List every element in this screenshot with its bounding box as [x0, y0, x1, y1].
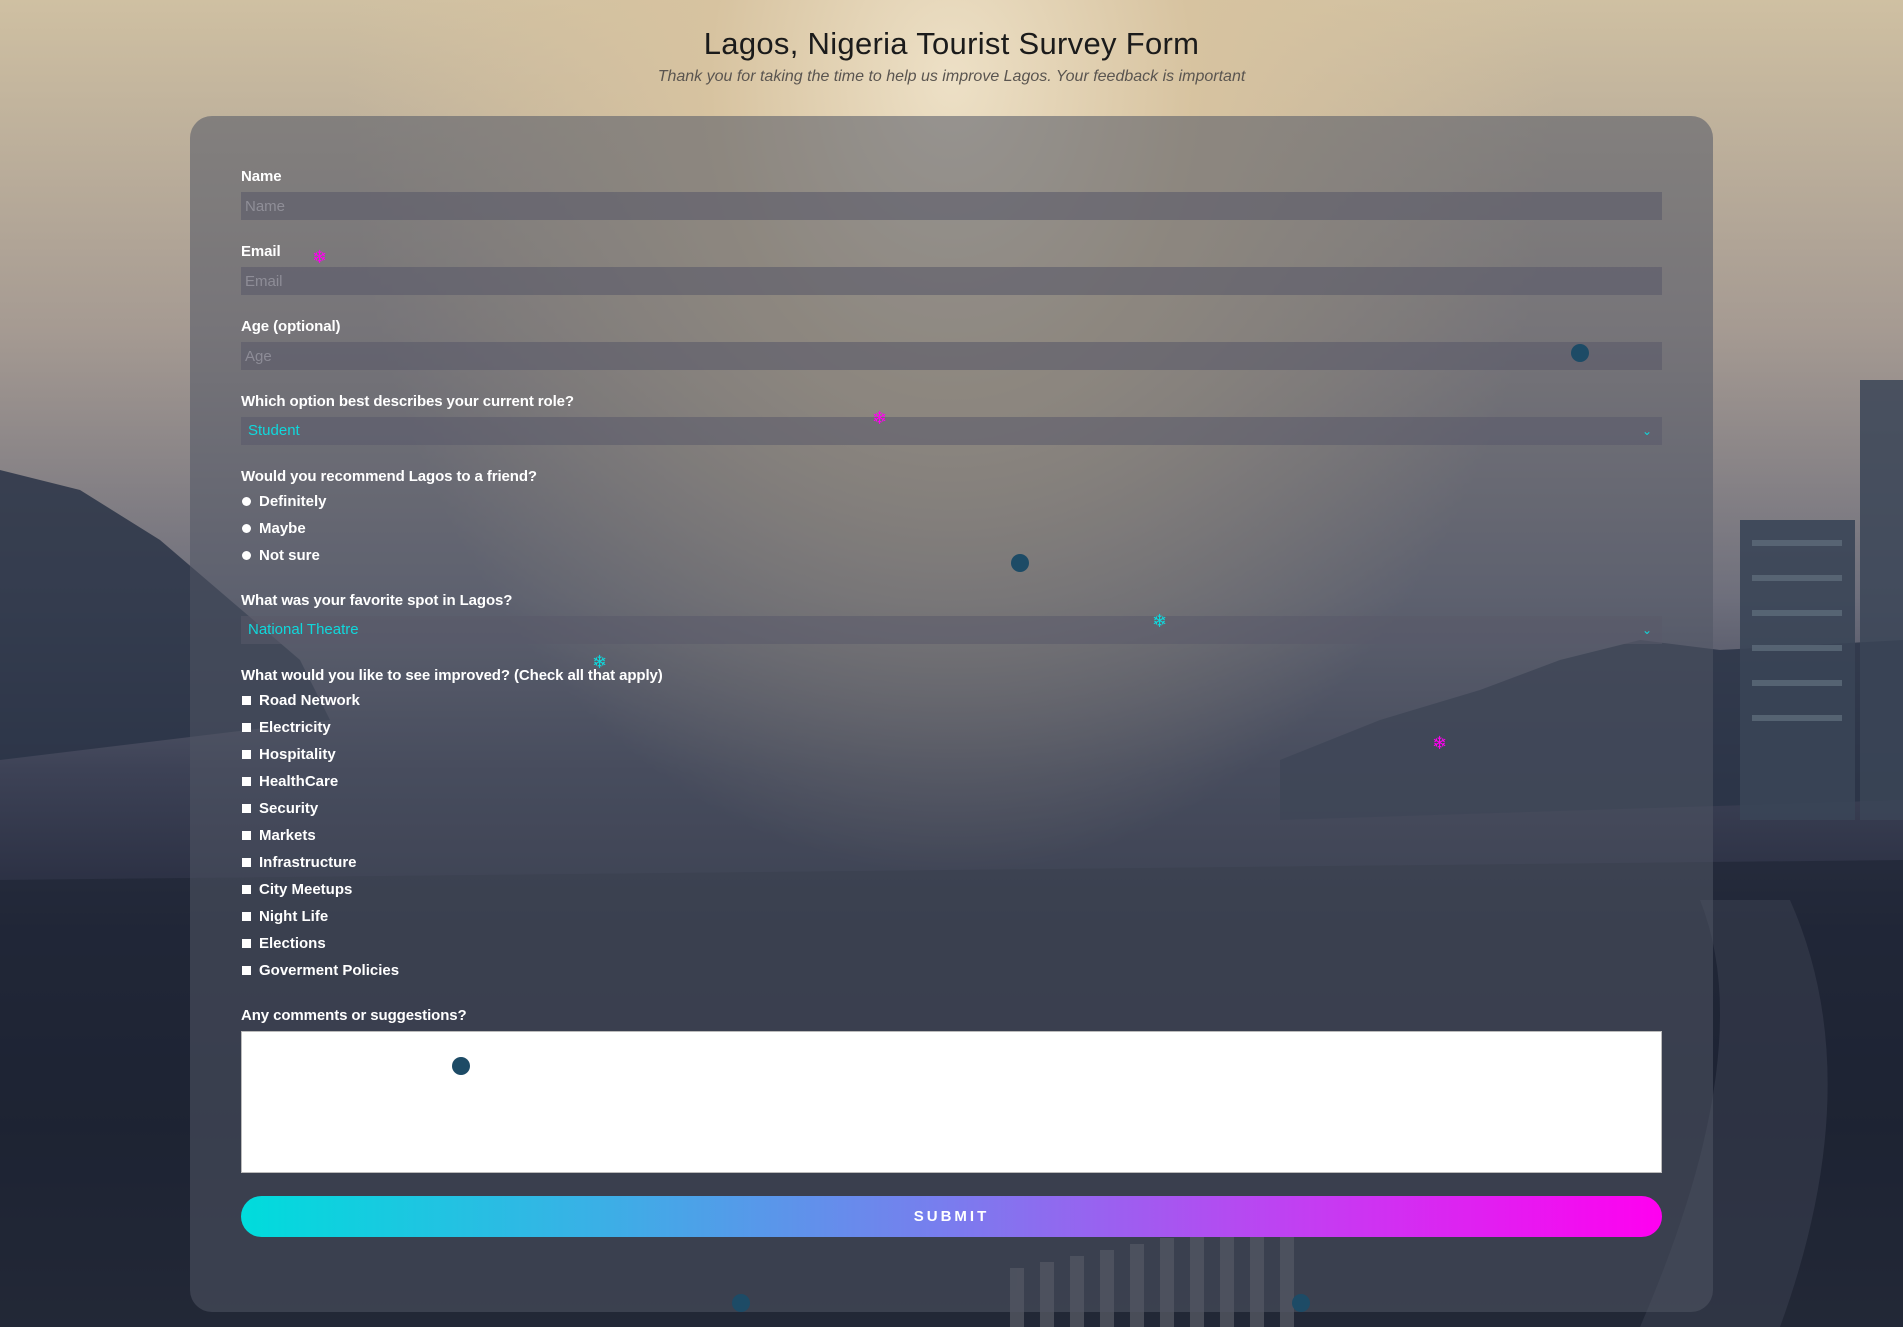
comments-textarea[interactable]: [241, 1031, 1662, 1173]
recommend-group: Would you recommend Lagos to a friend? D…: [241, 468, 1662, 569]
checkbox-option[interactable]: Markets: [241, 822, 1662, 849]
comments-label: Any comments or suggestions?: [241, 1007, 467, 1024]
checkbox[interactable]: [242, 804, 251, 813]
age-group: Age (optional): [241, 318, 1662, 370]
checkbox-label: City Meetups: [259, 881, 353, 898]
name-group: Name: [241, 168, 1662, 220]
role-group: Which option best describes your current…: [241, 393, 1662, 445]
radio-button[interactable]: [242, 524, 251, 533]
radio-option[interactable]: Maybe: [241, 515, 1662, 542]
survey-form: Name Email Age (optional) Which option b…: [190, 116, 1713, 1312]
checkbox-label: Security: [259, 800, 319, 817]
favorite-spot-select-value: National Theatre: [248, 621, 359, 638]
role-select-value: Student: [248, 422, 300, 439]
page-header: Lagos, Nigeria Tourist Survey Form Thank…: [0, 0, 1903, 86]
radio-option-label: Not sure: [259, 547, 320, 564]
checkbox[interactable]: [242, 885, 251, 894]
radio-option-label: Maybe: [259, 520, 306, 537]
checkbox-label: HealthCare: [259, 773, 339, 790]
email-label: Email: [241, 243, 281, 260]
checkbox[interactable]: [242, 723, 251, 732]
radio-option-label: Definitely: [259, 493, 327, 510]
submit-button[interactable]: SUBMIT: [241, 1196, 1662, 1237]
checkbox[interactable]: [242, 939, 251, 948]
checkbox-option[interactable]: Electricity: [241, 714, 1662, 741]
checkbox-option[interactable]: Goverment Policies: [241, 957, 1662, 984]
checkbox-option[interactable]: Infrastructure: [241, 849, 1662, 876]
checkbox[interactable]: [242, 858, 251, 867]
age-label: Age (optional): [241, 318, 341, 335]
checkbox-option[interactable]: Night Life: [241, 903, 1662, 930]
name-input[interactable]: [241, 192, 1662, 220]
improvements-group: What would you like to see improved? (Ch…: [241, 667, 1662, 984]
checkbox-label: Hospitality: [259, 746, 336, 763]
checkbox[interactable]: [242, 750, 251, 759]
favorite-spot-select[interactable]: National Theatre ⌄: [241, 616, 1662, 644]
checkbox[interactable]: [242, 777, 251, 786]
checkbox-option[interactable]: City Meetups: [241, 876, 1662, 903]
chevron-down-icon: ⌄: [1641, 424, 1652, 438]
checkbox-label: Goverment Policies: [259, 962, 400, 979]
checkbox-option[interactable]: Road Network: [241, 687, 1662, 714]
radio-button[interactable]: [242, 551, 251, 560]
checkbox-label: Infrastructure: [259, 854, 357, 871]
checkbox-label: Elections: [259, 935, 326, 952]
checkbox-option[interactable]: Hospitality: [241, 741, 1662, 768]
email-group: Email: [241, 243, 1662, 295]
favorite-spot-label: What was your favorite spot in Lagos?: [241, 592, 513, 609]
radio-option[interactable]: Definitely: [241, 488, 1662, 515]
checkbox[interactable]: [242, 912, 251, 921]
role-label: Which option best describes your current…: [241, 393, 574, 410]
chevron-down-icon: ⌄: [1641, 623, 1652, 637]
checkbox-label: Electricity: [259, 719, 331, 736]
page-subtitle: Thank you for taking the time to help us…: [657, 68, 1246, 85]
radio-option[interactable]: Not sure: [241, 542, 1662, 569]
radio-button[interactable]: [242, 497, 251, 506]
comments-group: Any comments or suggestions?: [241, 1007, 1662, 1173]
checkbox[interactable]: [242, 696, 251, 705]
checkbox-label: Markets: [259, 827, 316, 844]
role-select[interactable]: Student ⌄: [241, 417, 1662, 445]
email-input[interactable]: [241, 267, 1662, 295]
checkbox[interactable]: [242, 966, 251, 975]
checkbox-option[interactable]: HealthCare: [241, 768, 1662, 795]
checkbox[interactable]: [242, 831, 251, 840]
checkbox-label: Night Life: [259, 908, 329, 925]
age-input[interactable]: [241, 342, 1662, 370]
name-label: Name: [241, 168, 282, 185]
improvements-label: What would you like to see improved? (Ch…: [241, 667, 663, 684]
recommend-label: Would you recommend Lagos to a friend?: [241, 468, 537, 485]
page-title: Lagos, Nigeria Tourist Survey Form: [703, 26, 1200, 61]
checkbox-option[interactable]: Elections: [241, 930, 1662, 957]
checkbox-option[interactable]: Security: [241, 795, 1662, 822]
favorite-spot-group: What was your favorite spot in Lagos? Na…: [241, 592, 1662, 644]
checkbox-label: Road Network: [259, 692, 360, 709]
